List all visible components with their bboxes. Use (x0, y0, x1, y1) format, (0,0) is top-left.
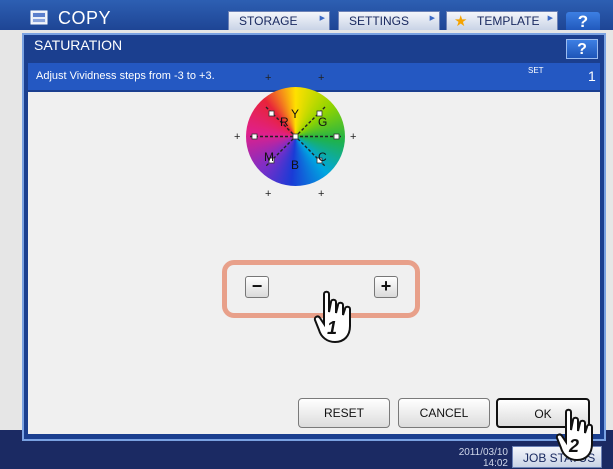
app-title: COPY (58, 8, 112, 28)
instruction-text: Adjust Vividness steps from -3 to +3. (36, 70, 215, 82)
tab-storage-label: STORAGE (239, 14, 298, 28)
tab-template-label: TEMPLATE (477, 14, 540, 28)
plus-mark: + (265, 72, 272, 84)
plus-mark: + (318, 188, 325, 200)
wheel-label-m: M (264, 150, 274, 164)
plus-mark: + (350, 131, 357, 143)
dialog-help-button[interactable]: ? (566, 39, 598, 59)
saturation-wheel: R Y G M B C + + + + + + (220, 72, 370, 222)
date-text: 2011/03/10 (458, 447, 508, 458)
wheel-label-b: B (291, 158, 300, 172)
pointing-hand-icon: 2 (554, 408, 600, 464)
plus-mark: + (234, 131, 241, 143)
tab-template[interactable]: ★ TEMPLATE ▶ (446, 11, 558, 30)
wheel-label-r: R (280, 115, 289, 129)
increase-button[interactable]: + (374, 276, 398, 298)
step-1-label: 1 (327, 318, 338, 338)
star-icon: ★ (454, 13, 468, 30)
tab-arrow-icon: ▶ (319, 15, 325, 22)
set-value: 1 (588, 68, 596, 84)
plus-mark: + (265, 188, 272, 200)
wheel-label-y: Y (291, 107, 300, 121)
step-2-label: 2 (569, 436, 580, 456)
date-time: 2011/03/10 14:02 (440, 447, 508, 469)
pointing-hand-icon: 1 (312, 290, 358, 346)
decrease-button[interactable]: − (245, 276, 269, 298)
reset-button[interactable]: RESET (298, 398, 390, 428)
tab-arrow-icon: ▶ (429, 15, 435, 22)
wheel-label-g: G (318, 115, 328, 129)
cancel-button[interactable]: CANCEL (398, 398, 490, 428)
wheel-label-c: C (318, 150, 327, 164)
tab-arrow-icon: ▶ (547, 15, 553, 22)
set-label: SET (528, 66, 544, 75)
copy-icon (30, 10, 48, 25)
info-bar: Adjust Vividness steps from -3 to +3. SE… (28, 63, 600, 90)
tab-settings[interactable]: SETTINGS ▶ (338, 11, 440, 30)
help-button[interactable]: ? (566, 12, 600, 32)
time-text: 14:02 (482, 458, 508, 469)
tab-settings-label: SETTINGS (349, 14, 410, 28)
dialog-title: SATURATION (34, 37, 123, 53)
top-bar: COPY STORAGE ▶ SETTINGS ▶ ★ TEMPLATE ▶ ? (0, 0, 613, 32)
plus-mark: + (318, 72, 325, 84)
tab-storage[interactable]: STORAGE ▶ (228, 11, 330, 30)
